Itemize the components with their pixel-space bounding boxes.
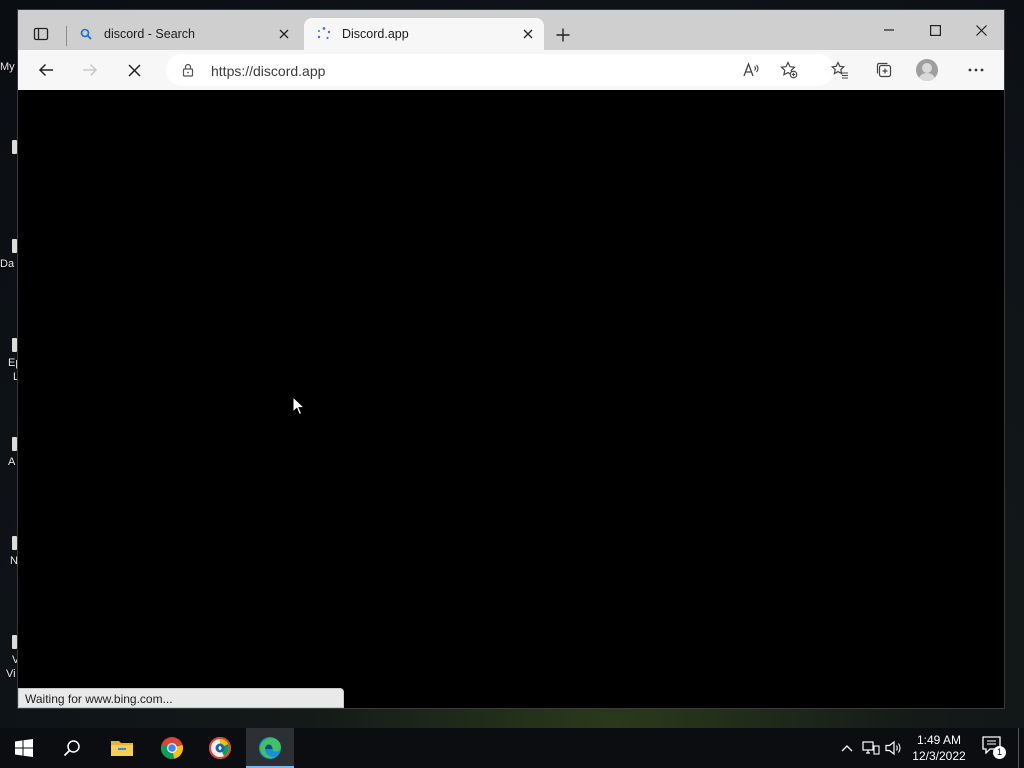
file-explorer-icon <box>111 741 133 756</box>
more-dots-icon <box>968 68 984 72</box>
mouse-cursor-icon <box>292 396 306 416</box>
show-desktop-button[interactable] <box>1018 728 1019 768</box>
profile-avatar[interactable] <box>916 59 938 81</box>
settings-menu-button[interactable] <box>960 54 992 86</box>
read-aloud-button[interactable] <box>736 54 768 86</box>
minimize-icon <box>884 29 894 31</box>
back-button[interactable] <box>30 54 62 86</box>
chevron-up-icon <box>841 745 853 752</box>
chrome-button[interactable] <box>148 728 196 768</box>
read-aloud-icon <box>743 62 759 77</box>
desktop-icon-fragment[interactable] <box>12 140 17 154</box>
edge-button[interactable] <box>246 728 294 768</box>
plus-icon <box>556 28 570 42</box>
show-hidden-icons-button[interactable] <box>837 738 857 758</box>
tab-actions-button[interactable] <box>26 19 56 49</box>
tab-actions-icon <box>33 27 49 41</box>
clock-time: 1:49 AM <box>916 733 962 747</box>
start-icon <box>15 739 33 757</box>
browser-toolbar: https://discord.app <box>18 50 1004 91</box>
file-explorer-button[interactable] <box>98 728 146 768</box>
tab-discord-search[interactable]: discord - Search <box>66 18 300 50</box>
desktop-icon-fragment[interactable] <box>12 338 17 352</box>
chrome-icon <box>160 737 183 759</box>
loading-spinner-icon <box>316 26 332 42</box>
brave-icon <box>209 737 231 759</box>
desktop-icon-fragment[interactable] <box>12 635 17 649</box>
maximize-icon <box>929 24 941 36</box>
collections-icon <box>876 62 892 78</box>
search-icon <box>78 26 94 42</box>
taskbar-clock[interactable]: 1:49 AM 12/3/2022 <box>904 732 974 764</box>
stop-x-icon <box>127 63 141 77</box>
edge-icon <box>259 737 281 759</box>
volume-button[interactable] <box>884 738 904 758</box>
brave-button[interactable] <box>196 728 244 768</box>
collections-button[interactable] <box>868 54 900 86</box>
taskbar-search-button[interactable] <box>48 728 96 768</box>
add-favorite-button[interactable] <box>773 54 805 86</box>
speaker-icon <box>885 740 901 756</box>
minimize-button[interactable] <box>866 10 912 50</box>
desktop-label-fragment: Da <box>0 258 15 270</box>
lock-icon[interactable] <box>180 62 196 78</box>
close-tab-icon[interactable] <box>276 26 292 42</box>
address-bar[interactable]: https://discord.app <box>166 54 834 86</box>
search-icon <box>63 740 80 757</box>
tab-title: discord - Search <box>104 27 196 41</box>
star-add-icon <box>780 61 798 79</box>
favorites-star-icon <box>831 61 848 79</box>
page-content[interactable] <box>18 90 1004 708</box>
browser-window: discord - Search Discord.app https://dis… <box>18 10 1004 708</box>
maximize-button[interactable] <box>912 10 958 50</box>
desktop-icon-fragment[interactable] <box>12 437 17 451</box>
action-center-button[interactable]: 1 <box>982 736 1006 760</box>
tab-strip: discord - Search Discord.app <box>18 10 1004 50</box>
tab-title: Discord.app <box>342 27 409 41</box>
desktop-icon-fragment[interactable] <box>12 239 17 253</box>
clock-date: 12/3/2022 <box>912 749 966 763</box>
desktop-label-fragment: My <box>0 61 15 73</box>
url-text[interactable]: https://discord.app <box>211 63 325 79</box>
forward-button[interactable] <box>74 54 106 86</box>
close-window-button[interactable] <box>958 10 1004 50</box>
new-tab-button[interactable] <box>552 24 574 46</box>
tab-discord-app[interactable]: Discord.app <box>304 18 544 50</box>
close-icon <box>975 24 987 36</box>
network-icon <box>862 741 880 755</box>
network-button[interactable] <box>861 738 881 758</box>
favorites-button[interactable] <box>824 54 856 86</box>
stop-loading-button[interactable] <box>118 54 150 86</box>
notification-count-badge: 1 <box>993 746 1006 759</box>
taskbar: 1:49 AM 12/3/2022 1 <box>0 728 1024 768</box>
desktop-icon-fragment[interactable] <box>12 536 17 550</box>
back-arrow-icon <box>38 63 53 77</box>
forward-arrow-icon <box>83 63 98 77</box>
status-bar: Waiting for www.bing.com... <box>18 688 344 708</box>
close-tab-icon[interactable] <box>520 26 536 42</box>
start-button[interactable] <box>0 728 48 768</box>
